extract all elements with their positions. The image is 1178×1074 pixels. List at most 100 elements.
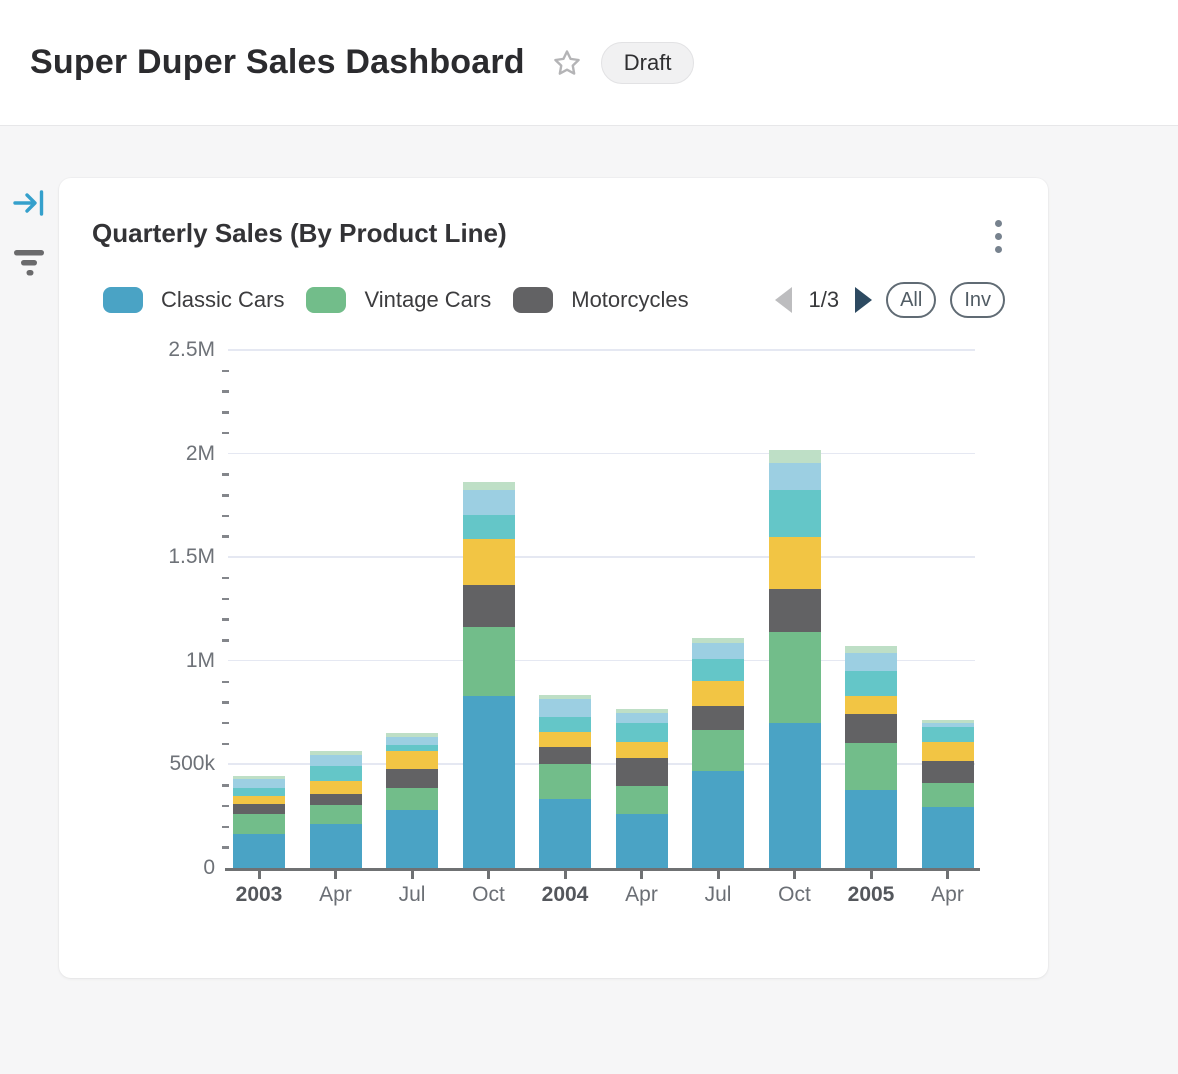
bar-segment[interactable] (233, 796, 285, 804)
y-axis-minor-tick (222, 473, 229, 476)
bar-segment[interactable] (922, 783, 974, 806)
bar-segment[interactable] (463, 539, 515, 585)
y-axis-minor-tick (222, 701, 229, 704)
bar-segment[interactable] (922, 727, 974, 742)
bar-segment[interactable] (616, 742, 668, 759)
bar-segment[interactable] (463, 490, 515, 515)
bar-segment[interactable] (769, 537, 821, 590)
bar-segment[interactable] (386, 751, 438, 769)
bar-segment[interactable] (310, 805, 362, 824)
bar-segment[interactable] (539, 799, 591, 868)
stacked-bar-oct-3[interactable] (463, 482, 515, 868)
bar-segment[interactable] (845, 696, 897, 714)
filter-icon (13, 248, 45, 278)
bar-segment[interactable] (463, 627, 515, 696)
bar-segment[interactable] (233, 779, 285, 788)
bar-segment[interactable] (845, 714, 897, 742)
y-axis-minor-tick (222, 618, 229, 621)
y-axis-minor-tick (222, 370, 229, 373)
bar-segment[interactable] (922, 761, 974, 784)
bar-segment[interactable] (539, 764, 591, 798)
bar-segment[interactable] (463, 482, 515, 489)
bar-segment[interactable] (233, 804, 285, 814)
bar-segment[interactable] (463, 585, 515, 627)
collapse-panel-button[interactable] (12, 188, 46, 218)
bar-segment[interactable] (310, 755, 362, 766)
bar-segment[interactable] (692, 706, 744, 730)
stacked-bar-2004-4[interactable] (539, 695, 591, 868)
bar-segment[interactable] (692, 659, 744, 681)
bar-segment[interactable] (463, 515, 515, 539)
bar-segment[interactable] (922, 807, 974, 868)
bar-segment[interactable] (310, 824, 362, 868)
bar-segment[interactable] (845, 790, 897, 868)
bar-segment[interactable] (386, 810, 438, 868)
stacked-bar-2005-8[interactable] (845, 646, 897, 868)
y-axis-tick-label: 1M (59, 650, 215, 672)
bar-segment[interactable] (386, 745, 438, 752)
stacked-bar-apr-9[interactable] (922, 720, 974, 868)
bar-segment[interactable] (233, 834, 285, 868)
bar-segment[interactable] (769, 589, 821, 632)
gridline (228, 453, 975, 455)
y-axis-tick-label: 500k (59, 753, 215, 775)
y-axis-minor-tick (222, 805, 229, 808)
x-axis-line (225, 868, 980, 871)
y-axis-minor-tick (222, 598, 229, 601)
bar-segment[interactable] (769, 723, 821, 868)
x-axis-tick (870, 871, 873, 879)
bar-segment[interactable] (692, 681, 744, 706)
y-axis-minor-tick (222, 411, 229, 414)
stacked-bar-chart: 0500k1M1.5M2M2.5M2003AprJulOct2004AprJul… (59, 178, 1048, 978)
x-axis-tick (564, 871, 567, 879)
bar-segment[interactable] (769, 490, 821, 537)
bar-segment[interactable] (233, 788, 285, 796)
bar-segment[interactable] (845, 671, 897, 696)
x-axis-tick (411, 871, 414, 879)
x-axis-tick (334, 871, 337, 879)
bar-segment[interactable] (616, 713, 668, 724)
favorite-star-button[interactable] (551, 47, 583, 79)
bar-segment[interactable] (692, 771, 744, 868)
x-axis-tick (717, 871, 720, 879)
bar-segment[interactable] (845, 743, 897, 790)
bar-segment[interactable] (386, 769, 438, 788)
bar-segment[interactable] (386, 737, 438, 745)
bar-segment[interactable] (769, 450, 821, 463)
bar-segment[interactable] (463, 696, 515, 868)
bar-segment[interactable] (539, 717, 591, 732)
bar-segment[interactable] (922, 742, 974, 761)
y-axis-minor-tick (222, 494, 229, 497)
filter-button[interactable] (12, 248, 46, 278)
x-axis-tick (793, 871, 796, 879)
bar-segment[interactable] (233, 814, 285, 834)
bar-segment[interactable] (769, 463, 821, 490)
x-axis-tick (946, 871, 949, 879)
bar-segment[interactable] (539, 747, 591, 765)
bar-segment[interactable] (616, 786, 668, 814)
bar-segment[interactable] (845, 646, 897, 653)
bar-segment[interactable] (310, 794, 362, 805)
stacked-bar-oct-7[interactable] (769, 450, 821, 868)
bar-segment[interactable] (310, 781, 362, 794)
bar-segment[interactable] (310, 766, 362, 781)
bar-segment[interactable] (616, 723, 668, 741)
x-axis-label: Oct (449, 883, 529, 907)
stacked-bar-jul-6[interactable] (692, 638, 744, 868)
bar-segment[interactable] (616, 758, 668, 786)
bar-segment[interactable] (539, 732, 591, 747)
stacked-bar-2003-0[interactable] (233, 776, 285, 868)
bar-segment[interactable] (769, 632, 821, 723)
bar-segment[interactable] (692, 730, 744, 771)
stacked-bar-apr-5[interactable] (616, 709, 668, 868)
bar-segment[interactable] (539, 699, 591, 716)
x-axis-label: 2005 (831, 883, 911, 907)
bar-segment[interactable] (386, 788, 438, 809)
stacked-bar-apr-1[interactable] (310, 751, 362, 868)
bar-segment[interactable] (845, 653, 897, 671)
star-outline-icon (552, 48, 582, 78)
y-axis-minor-tick (222, 535, 229, 538)
stacked-bar-jul-2[interactable] (386, 733, 438, 868)
bar-segment[interactable] (616, 814, 668, 868)
bar-segment[interactable] (692, 643, 744, 659)
